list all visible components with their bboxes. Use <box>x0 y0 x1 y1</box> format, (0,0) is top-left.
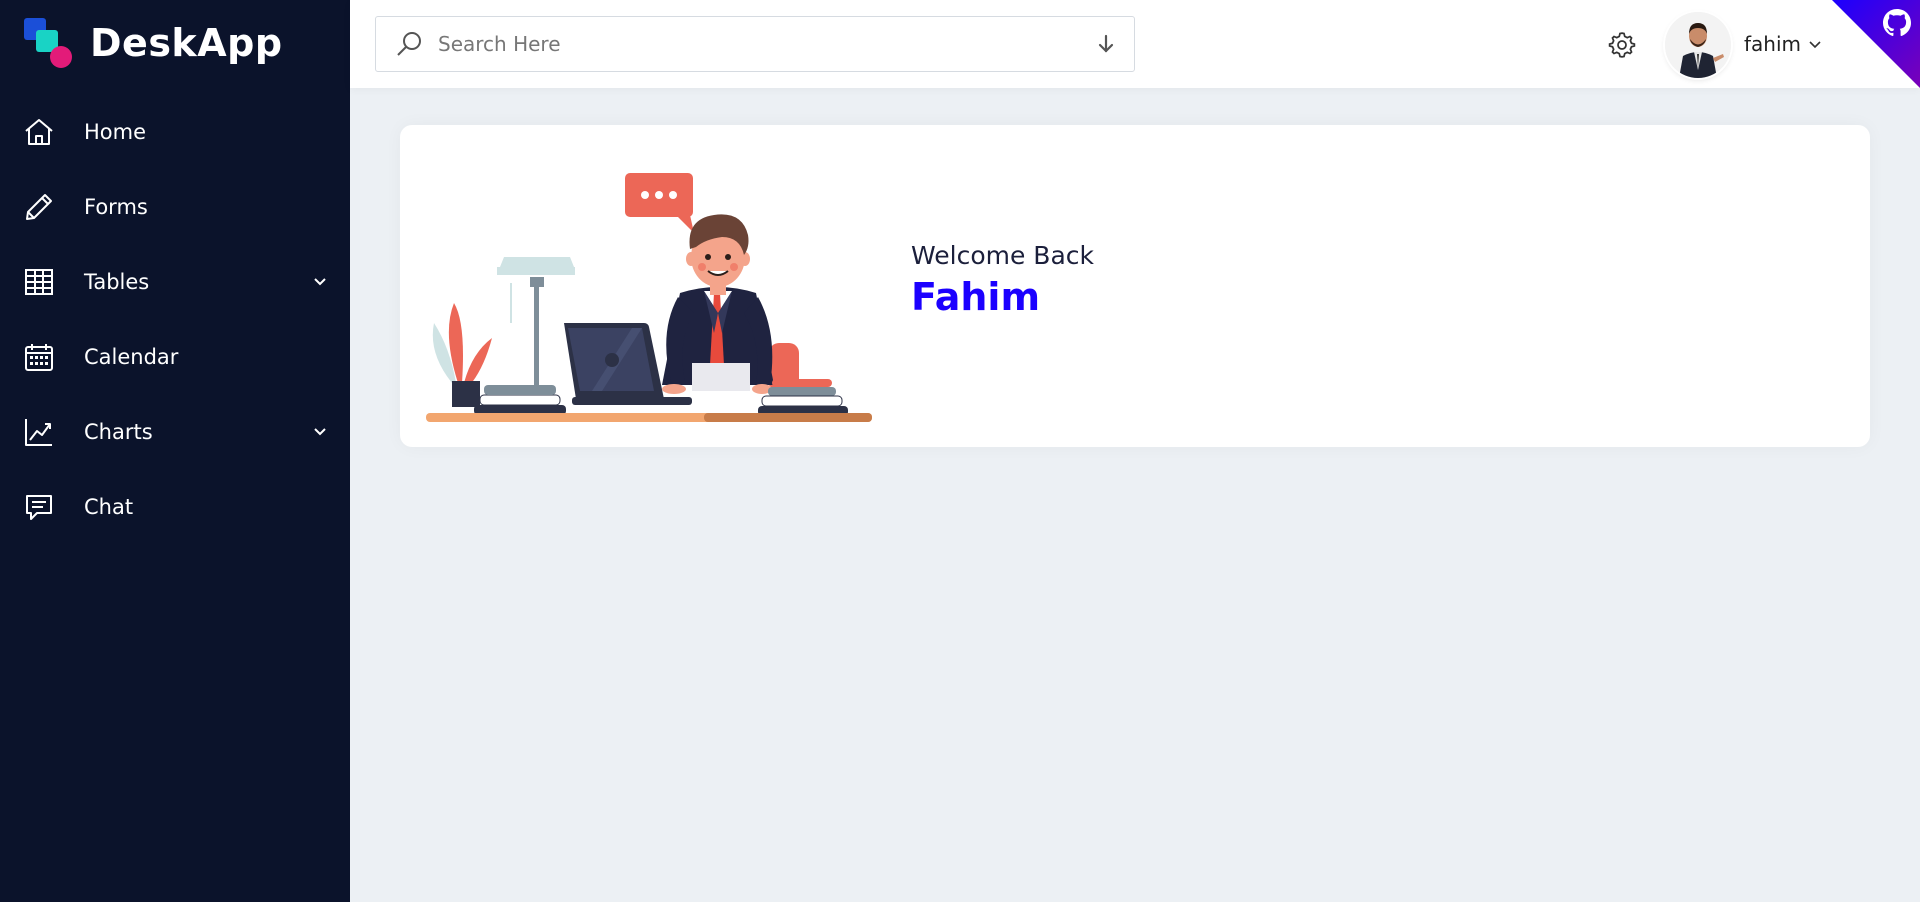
sidebar-item-calendar[interactable]: Calendar <box>0 319 350 394</box>
search-bar <box>375 16 1135 72</box>
search-icon <box>394 29 424 59</box>
search-input[interactable] <box>438 32 1094 56</box>
pencil-icon <box>22 190 56 224</box>
chevron-down-icon <box>310 272 330 292</box>
chevron-down-icon <box>310 422 330 442</box>
office-illustration <box>422 163 872 423</box>
gear-icon[interactable] <box>1607 30 1637 60</box>
sidebar-item-label: Calendar <box>84 344 179 369</box>
welcome-greeting: Welcome Back <box>911 241 1094 270</box>
chevron-down-icon[interactable] <box>1807 36 1823 52</box>
welcome-card: Welcome Back Fahim <box>400 125 1870 447</box>
sidebar: DeskApp Home Forms Tables Calendar Chart… <box>0 0 350 902</box>
user-name[interactable]: fahim <box>1744 32 1801 56</box>
arrow-down-icon[interactable] <box>1094 32 1118 56</box>
sidebar-item-label: Home <box>84 119 147 144</box>
sidebar-item-label: Forms <box>84 194 148 219</box>
table-icon <box>22 265 56 299</box>
top-header: fahim <box>350 0 1920 88</box>
welcome-user-name: Fahim <box>911 275 1041 319</box>
sidebar-item-label: Charts <box>84 419 153 444</box>
brand-name: DeskApp <box>90 21 283 65</box>
chart-line-icon <box>22 415 56 449</box>
calendar-icon <box>22 340 56 374</box>
sidebar-nav: Home Forms Tables Calendar Charts Chat <box>0 94 350 544</box>
home-icon <box>22 115 56 149</box>
avatar[interactable] <box>1665 12 1731 78</box>
chat-icon <box>22 490 56 524</box>
sidebar-item-chat[interactable]: Chat <box>0 469 350 544</box>
github-corner-icon[interactable] <box>1832 0 1920 88</box>
sidebar-item-label: Tables <box>84 269 150 294</box>
brand-logo[interactable]: DeskApp <box>24 16 283 70</box>
sidebar-item-forms[interactable]: Forms <box>0 169 350 244</box>
sidebar-item-home[interactable]: Home <box>0 94 350 169</box>
sidebar-item-tables[interactable]: Tables <box>0 244 350 319</box>
sidebar-item-charts[interactable]: Charts <box>0 394 350 469</box>
sidebar-item-label: Chat <box>84 494 134 519</box>
deskapp-logo-icon <box>24 18 74 68</box>
